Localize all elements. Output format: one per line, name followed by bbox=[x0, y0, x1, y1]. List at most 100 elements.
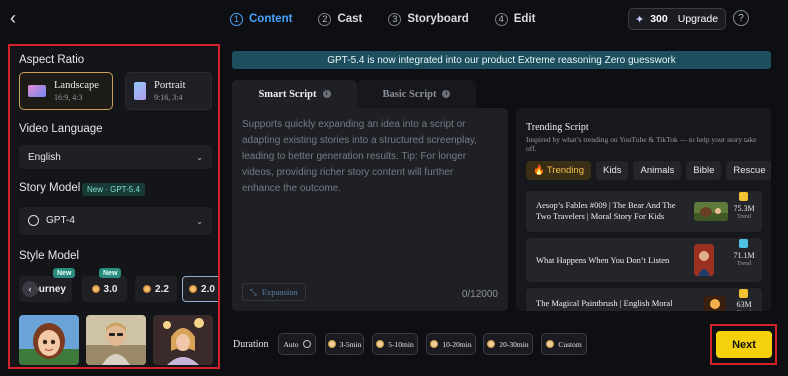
duration-option-auto[interactable]: Auto bbox=[278, 333, 316, 355]
step-cast[interactable]: 2 Cast bbox=[318, 10, 362, 28]
category-label: Trending bbox=[546, 165, 584, 176]
style-chip-label: 3.0 bbox=[103, 283, 118, 295]
coin-icon bbox=[430, 340, 439, 348]
landscape-icon bbox=[28, 85, 46, 97]
trending-item[interactable]: What Happens When You Don’t Listen 71.1M… bbox=[526, 238, 762, 282]
trending-item[interactable]: The Magical Paintbrush | English Moral A… bbox=[526, 288, 762, 311]
trending-item-title: The Magical Paintbrush | English Moral A… bbox=[536, 298, 673, 311]
editor-placeholder: Supports quickly expanding an idea into … bbox=[242, 119, 477, 194]
aspect-name: Landscape bbox=[54, 80, 99, 91]
sparkle-icon: ✦ bbox=[635, 13, 645, 26]
credits-count: 300 bbox=[650, 13, 668, 25]
category-rescue[interactable]: Rescue bbox=[726, 161, 771, 180]
step-content[interactable]: 1 Content bbox=[230, 10, 292, 28]
category-kids[interactable]: Kids bbox=[596, 161, 629, 180]
step-number: 4 bbox=[494, 12, 508, 26]
style-icon bbox=[143, 285, 152, 293]
duration-option[interactable]: 20-30min bbox=[483, 333, 533, 355]
trend-label: Trend bbox=[729, 310, 759, 311]
trending-subtitle: Inspired by what’s trending on YouTube &… bbox=[526, 135, 757, 153]
option-label: 3-5min bbox=[339, 339, 362, 349]
help-icon[interactable]: ? bbox=[733, 10, 749, 26]
trend-views: 71.1M bbox=[733, 251, 755, 260]
tab-label: Basic Script bbox=[382, 88, 437, 100]
step-edit[interactable]: 4 Edit bbox=[494, 10, 535, 28]
trend-label: Trend bbox=[736, 261, 752, 267]
expand-icon: ⤡ bbox=[250, 286, 257, 297]
option-label: 20-30min bbox=[499, 339, 529, 349]
video-language-select[interactable]: English ⌄ bbox=[19, 145, 212, 169]
aspect-portrait-option[interactable]: Portrait 9:16, 3:4 bbox=[125, 72, 212, 110]
character-counter: 0/12000 bbox=[461, 289, 498, 300]
duration-option[interactable]: 3-5min bbox=[325, 333, 364, 355]
trend-label: Trend bbox=[736, 214, 752, 220]
option-label: 5-10min bbox=[388, 339, 414, 349]
step-navigation: 1 Content 2 Cast 3 Storyboard 4 Edit bbox=[230, 10, 561, 28]
trending-item-title: What Happens When You Don’t Listen bbox=[536, 255, 670, 265]
option-label: 10-20min bbox=[442, 339, 472, 349]
category-bible[interactable]: Bible bbox=[686, 161, 722, 180]
step-storyboard[interactable]: 3 Storyboard bbox=[388, 10, 469, 28]
carousel-prev-button[interactable]: ‹ bbox=[22, 281, 38, 297]
tab-label: Smart Script bbox=[258, 88, 317, 100]
style-chip-2-0[interactable]: 2.0 bbox=[182, 276, 218, 302]
announcement-banner: GPT-5.4 is now integrated into our produ… bbox=[232, 51, 771, 69]
new-badge: New bbox=[99, 268, 122, 278]
tab-smart-script[interactable]: Smart Script i bbox=[232, 80, 357, 108]
story-model-title: Story Model bbox=[19, 182, 81, 194]
coin-icon bbox=[487, 340, 496, 348]
step-number: 2 bbox=[318, 12, 332, 26]
aspect-ratio-title: Aspect Ratio bbox=[19, 54, 85, 66]
openai-icon bbox=[28, 215, 39, 227]
trend-views: 75.3M bbox=[733, 204, 755, 213]
expansion-label: Expansion bbox=[261, 287, 298, 297]
expansion-button[interactable]: ⤡ Expansion bbox=[242, 283, 306, 301]
info-icon bbox=[302, 340, 311, 348]
style-preview-thumbnail[interactable] bbox=[19, 315, 79, 365]
info-icon: i bbox=[322, 90, 331, 98]
style-preview-thumbnail[interactable] bbox=[86, 315, 146, 365]
trending-categories: 🔥 Trending Kids Animals Bible Rescue bbox=[526, 161, 771, 180]
step-label: Storyboard bbox=[407, 13, 469, 25]
duration-label: Duration bbox=[233, 339, 269, 350]
story-model-select[interactable]: GPT-4 ⌄ bbox=[19, 207, 212, 235]
step-label: Content bbox=[249, 13, 293, 25]
chevron-down-icon: ⌄ bbox=[196, 152, 203, 162]
style-model-carousel: Journey New ‹ 3.0 New 2.2 2.0 bbox=[19, 268, 218, 304]
style-icon bbox=[189, 285, 198, 293]
style-chip-3-0[interactable]: 3.0 New bbox=[82, 268, 127, 302]
trending-thumbnail bbox=[694, 202, 728, 221]
style-preview-thumbnail[interactable] bbox=[153, 315, 213, 365]
coin-icon bbox=[376, 340, 385, 348]
script-editor[interactable]: Supports quickly expanding an idea into … bbox=[232, 108, 508, 311]
coin-icon bbox=[546, 340, 555, 348]
style-chip-2-2[interactable]: 2.2 bbox=[135, 276, 177, 302]
duration-option-custom[interactable]: Custom bbox=[541, 333, 587, 355]
trending-script-panel: Trending Script Inspired by what’s trend… bbox=[516, 108, 771, 311]
trending-title: Trending Script bbox=[526, 122, 589, 133]
style-model-title: Style Model bbox=[19, 250, 80, 262]
select-value: GPT-4 bbox=[46, 215, 75, 227]
trend-views: 63M bbox=[736, 300, 752, 309]
upgrade-button[interactable]: Upgrade bbox=[678, 13, 718, 25]
credits-panel: ✦ 300 Upgrade bbox=[628, 8, 726, 30]
category-trending[interactable]: 🔥 Trending bbox=[526, 161, 591, 180]
chevron-down-icon: ⌄ bbox=[196, 216, 203, 226]
trend-rank-icon bbox=[739, 239, 748, 248]
duration-option[interactable]: 5-10min bbox=[372, 333, 418, 355]
next-button[interactable]: Next bbox=[716, 331, 772, 358]
trending-thumbnail bbox=[704, 296, 726, 311]
trending-item[interactable]: Aesop’s Fables #009 | The Bear And The T… bbox=[526, 191, 762, 232]
duration-option[interactable]: 10-20min bbox=[426, 333, 476, 355]
trend-rank-icon bbox=[739, 289, 748, 298]
portrait-icon bbox=[134, 82, 146, 100]
aspect-landscape-option[interactable]: Landscape 16:9, 4:3 bbox=[19, 72, 113, 110]
style-chip-label: 2.0 bbox=[201, 283, 215, 295]
option-label: Auto bbox=[283, 339, 299, 349]
tab-basic-script[interactable]: Basic Script i bbox=[357, 80, 476, 108]
new-badge: New bbox=[53, 268, 76, 278]
category-animals[interactable]: Animals bbox=[633, 161, 682, 180]
new-model-badge: New · GPT-5.4 bbox=[82, 183, 145, 196]
back-icon[interactable]: ‹ bbox=[10, 8, 26, 30]
info-icon: i bbox=[442, 90, 451, 98]
